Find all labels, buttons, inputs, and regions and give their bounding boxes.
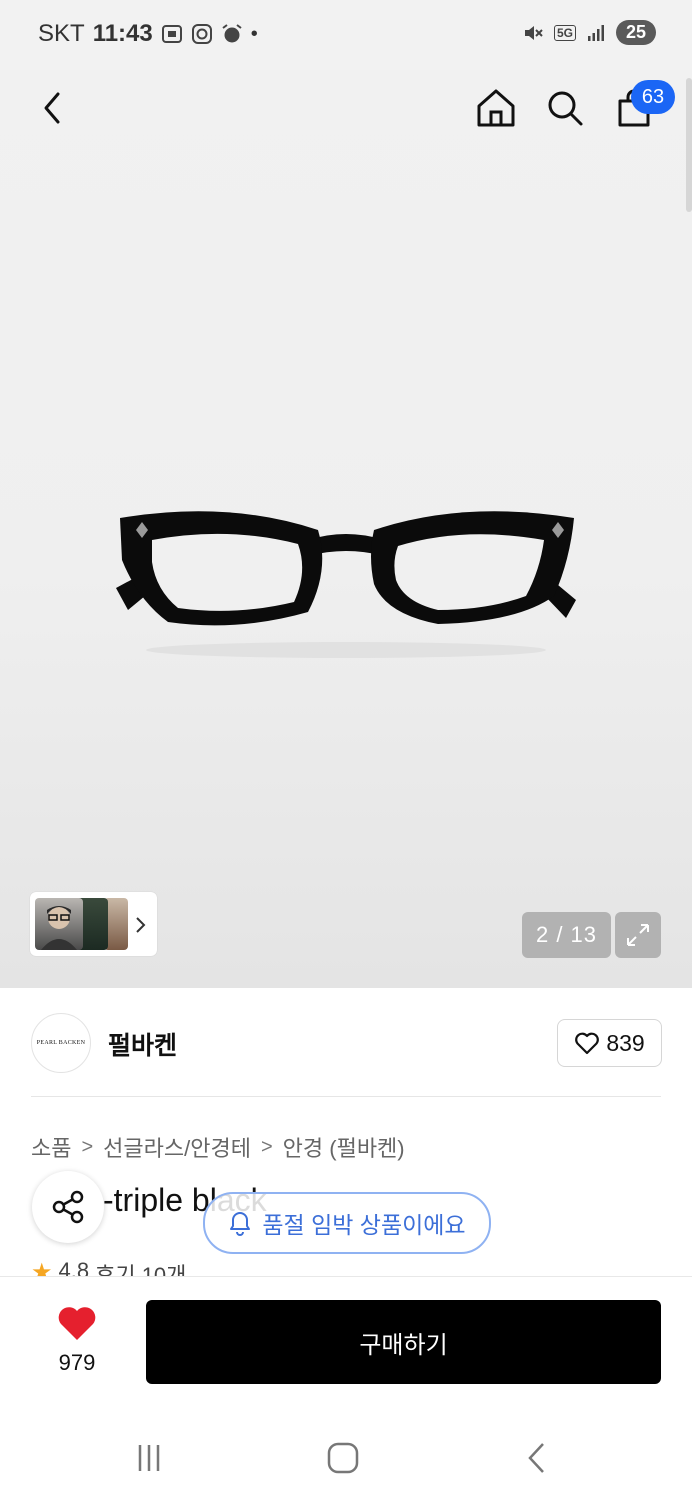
instagram-icon bbox=[191, 24, 212, 44]
brand-like-count: 839 bbox=[606, 1029, 645, 1056]
network-type: 5G bbox=[553, 24, 576, 41]
back-arrow-icon bbox=[44, 92, 60, 124]
back-chevron-icon bbox=[528, 1443, 544, 1473]
expand-icon bbox=[627, 924, 649, 946]
dot-icon: • bbox=[250, 22, 258, 45]
battery-indicator: 25 bbox=[615, 20, 656, 45]
home-button[interactable] bbox=[472, 84, 520, 132]
bell-icon bbox=[230, 1212, 251, 1236]
screenshot-icon bbox=[161, 25, 182, 43]
back-button[interactable] bbox=[30, 84, 78, 132]
home-icon bbox=[477, 89, 515, 127]
product-detail-page: SKT 11:43 • 5G 25 63 2 / 13 PEARL BACKEN… bbox=[0, 0, 692, 1500]
divider bbox=[31, 1096, 661, 1097]
heart-filled-icon bbox=[58, 1307, 96, 1340]
breadcrumb-item[interactable]: 선글라스/안경테 bbox=[103, 1131, 251, 1163]
recent-apps-button[interactable] bbox=[124, 1438, 174, 1478]
cart-count-badge: 63 bbox=[631, 80, 675, 114]
carrier: SKT bbox=[38, 20, 85, 47]
alarm-icon bbox=[222, 24, 242, 43]
rating-value: 4.8 bbox=[58, 1258, 90, 1276]
breadcrumb: 소품 > 선글라스/안경테 > 안경 (펄바켄) bbox=[31, 1131, 405, 1163]
review-count: 후기 10개 bbox=[95, 1263, 187, 1276]
thumbnail-1 bbox=[35, 898, 83, 950]
wishlist-button[interactable] bbox=[50, 1304, 104, 1347]
status-bar: SKT 11:43 • 5G 25 bbox=[0, 0, 692, 70]
clock: 11:43 bbox=[92, 20, 153, 47]
status-left: SKT 11:43 • bbox=[38, 20, 258, 48]
star-icon: ★ bbox=[31, 1259, 53, 1276]
heart-outline-icon bbox=[575, 1032, 600, 1055]
chevron-right-icon bbox=[136, 917, 146, 933]
model-thumbnail-strip[interactable] bbox=[30, 892, 157, 956]
mute-icon bbox=[524, 25, 543, 40]
breadcrumb-item[interactable]: 안경 (펄바켄) bbox=[283, 1131, 405, 1163]
low-stock-alert: 품절 임박 상품이에요 bbox=[203, 1192, 491, 1254]
system-navigation-bar bbox=[0, 1400, 692, 1500]
brand-name[interactable]: 펄바켄 bbox=[108, 1026, 177, 1062]
share-button[interactable] bbox=[32, 1171, 104, 1243]
breadcrumb-separator: > bbox=[260, 1135, 273, 1158]
signal-icon bbox=[587, 24, 604, 41]
fullscreen-button[interactable] bbox=[615, 912, 661, 958]
low-stock-text: 품절 임박 상품이에요 bbox=[262, 1212, 466, 1238]
breadcrumb-separator: > bbox=[81, 1135, 94, 1158]
home-square-icon bbox=[327, 1442, 359, 1474]
image-counter: 2 / 13 bbox=[522, 912, 611, 958]
share-icon bbox=[52, 1190, 84, 1224]
top-navigation bbox=[0, 70, 692, 150]
model-photo bbox=[41, 906, 77, 950]
buy-button[interactable]: 구매하기 bbox=[146, 1300, 661, 1384]
rating-row[interactable]: ★ 4.8 후기 10개 bbox=[31, 1258, 186, 1276]
breadcrumb-item[interactable]: 소품 bbox=[31, 1131, 71, 1163]
home-system-button[interactable] bbox=[318, 1438, 368, 1478]
brand-logo-text: PEARL BACKEN bbox=[36, 1040, 86, 1046]
search-button[interactable] bbox=[541, 84, 589, 132]
product-image-glasses bbox=[116, 511, 576, 658]
recent-apps-icon bbox=[138, 1445, 160, 1471]
search-icon bbox=[548, 91, 583, 126]
system-back-button[interactable] bbox=[512, 1438, 562, 1478]
status-right: 5G 25 bbox=[522, 20, 656, 45]
brand-logo[interactable]: PEARL BACKEN bbox=[31, 1013, 91, 1073]
brand-like-button[interactable]: 839 bbox=[557, 1019, 662, 1067]
wishlist-count: 979 bbox=[58, 1350, 96, 1375]
